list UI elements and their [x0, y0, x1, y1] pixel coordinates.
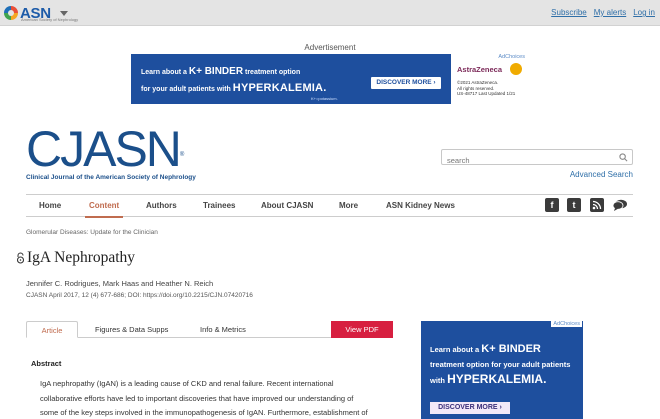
abstract-line-3: some of the key steps involved in the im… — [40, 408, 368, 417]
advanced-search-link[interactable]: Advanced Search — [570, 170, 633, 179]
facebook-icon[interactable]: f — [545, 198, 559, 212]
journal-subtitle: Clinical Journal of the American Society… — [26, 174, 196, 181]
rss-icon[interactable] — [590, 198, 604, 212]
ad-line-2: for your adult patients with HYPERKALEMI… — [141, 82, 326, 94]
nav-trainees[interactable]: Trainees — [203, 201, 235, 210]
nav-content[interactable]: Content — [84, 201, 124, 218]
abstract-line-2: collaborative efforts have led to import… — [40, 393, 354, 403]
article-title-row: IgA Nephropathy — [16, 249, 135, 267]
open-access-lock-icon — [16, 252, 25, 264]
sidebar-ad-line-2: treatment option for your adult patients — [430, 360, 571, 369]
banner-ad[interactable]: Learn about a K+ BINDER treatment option… — [131, 54, 529, 104]
asn-logo-mark-icon — [4, 6, 18, 20]
sidebar-ad-line-3-pre: with — [430, 376, 445, 385]
subscribe-link[interactable]: Subscribe — [551, 8, 587, 17]
view-pdf-button[interactable]: View PDF — [331, 321, 393, 338]
ad-line-1: Learn about a K+ BINDER treatment option — [141, 66, 300, 77]
article-citation: CJASN April 2017, 12 (4) 677-686; DOI: h… — [26, 292, 253, 299]
sidebar-ad[interactable]: AdChoices Learn about a K+ BINDER treatm… — [421, 321, 583, 419]
sidebar-ad-line-1-big: K+ BINDER — [481, 343, 541, 355]
log-in-link[interactable]: Log in — [633, 8, 655, 17]
sidebar-ad-line-3: with HYPERKALEMIA. — [430, 372, 546, 386]
sidebar-ad-line-1: Learn about a K+ BINDER — [430, 343, 541, 355]
ad-line-1-post: treatment option — [245, 69, 301, 76]
nav-home[interactable]: Home — [39, 201, 61, 210]
abstract-heading: Abstract — [31, 359, 62, 368]
adchoices-link[interactable]: AdChoices — [496, 54, 527, 60]
article-title: IgA Nephropathy — [27, 249, 136, 266]
search-box — [441, 149, 633, 168]
logo-dropdown-chevron-icon[interactable] — [60, 11, 68, 16]
speech-bubble-glyph — [612, 199, 627, 211]
ad-discover-more-button[interactable]: DISCOVER MORE › — [371, 77, 441, 89]
sidebar-ad-line-3-big: HYPERKALEMIA. — [447, 372, 547, 386]
cjasn-logo-text: CJASN — [26, 121, 182, 177]
nav-authors[interactable]: Authors — [146, 201, 177, 210]
tab-info-metrics[interactable]: Info & Metrics — [200, 321, 246, 338]
top-bar: ASN American Society of Nephrology Subsc… — [0, 0, 660, 26]
sidebar-adchoices-link[interactable]: AdChoices — [551, 321, 582, 327]
ad-line-2-big: HYPERKALEMIA. — [232, 82, 327, 94]
search-icon[interactable] — [619, 153, 628, 162]
nav-asn-kidney-news[interactable]: ASN Kidney News — [386, 201, 455, 210]
ad-fine-print: ©2021 AstraZeneca. All rights reserved. … — [457, 80, 515, 97]
astrazeneca-symbol-icon — [510, 63, 522, 75]
asn-logo-subtext: American Society of Nephrology — [21, 17, 79, 22]
ad-line-2-pre: for your adult patients with — [141, 86, 231, 93]
search-input[interactable] — [442, 153, 612, 168]
sidebar-ad-line-1-pre: Learn about a — [430, 345, 480, 354]
ad-fine-line-3: US-48717 Last Updated 1/21 — [457, 91, 516, 96]
ad-line-1-pre: Learn about a — [141, 69, 187, 76]
twitter-icon[interactable]: t — [567, 198, 581, 212]
ad-brand-box: AstraZeneca ©2021 AstraZeneca. All right… — [451, 54, 529, 104]
comments-icon[interactable] — [612, 198, 627, 212]
top-links: Subscribe My alerts Log in — [551, 8, 655, 17]
my-alerts-link[interactable]: My alerts — [594, 8, 626, 17]
asn-logo[interactable]: ASN American Society of Nephrology — [4, 4, 78, 22]
ad-footnote: K+=potassium. — [311, 96, 338, 101]
nav-more[interactable]: More — [339, 201, 358, 210]
article-authors[interactable]: Jennifer C. Rodrigues, Mark Haas and Hea… — [26, 279, 213, 288]
abstract-line-1: IgA nephropathy (IgAN) is a leading caus… — [40, 379, 334, 388]
rss-glyph — [592, 200, 602, 210]
main-nav: Home Content Authors Trainees About CJAS… — [26, 194, 633, 218]
sidebar-ad-discover-more-button[interactable]: DISCOVER MORE › — [430, 402, 510, 414]
breadcrumb[interactable]: Glomerular Diseases: Update for the Clin… — [26, 229, 158, 236]
advertisement-label: Advertisement — [304, 43, 356, 52]
abstract-text: IgA nephropathy (IgAN) is a leading caus… — [40, 377, 380, 419]
tab-article[interactable]: Article — [26, 321, 78, 338]
registered-mark: ® — [179, 152, 185, 158]
nav-about-cjasn[interactable]: About CJASN — [261, 201, 313, 210]
cjasn-logo[interactable]: CJASN® — [26, 124, 184, 174]
astrazeneca-logo: AstraZeneca — [457, 65, 503, 74]
tab-figures-data-supps[interactable]: Figures & Data Supps — [95, 321, 168, 338]
ad-line-1-big: K+ BINDER — [188, 66, 244, 77]
